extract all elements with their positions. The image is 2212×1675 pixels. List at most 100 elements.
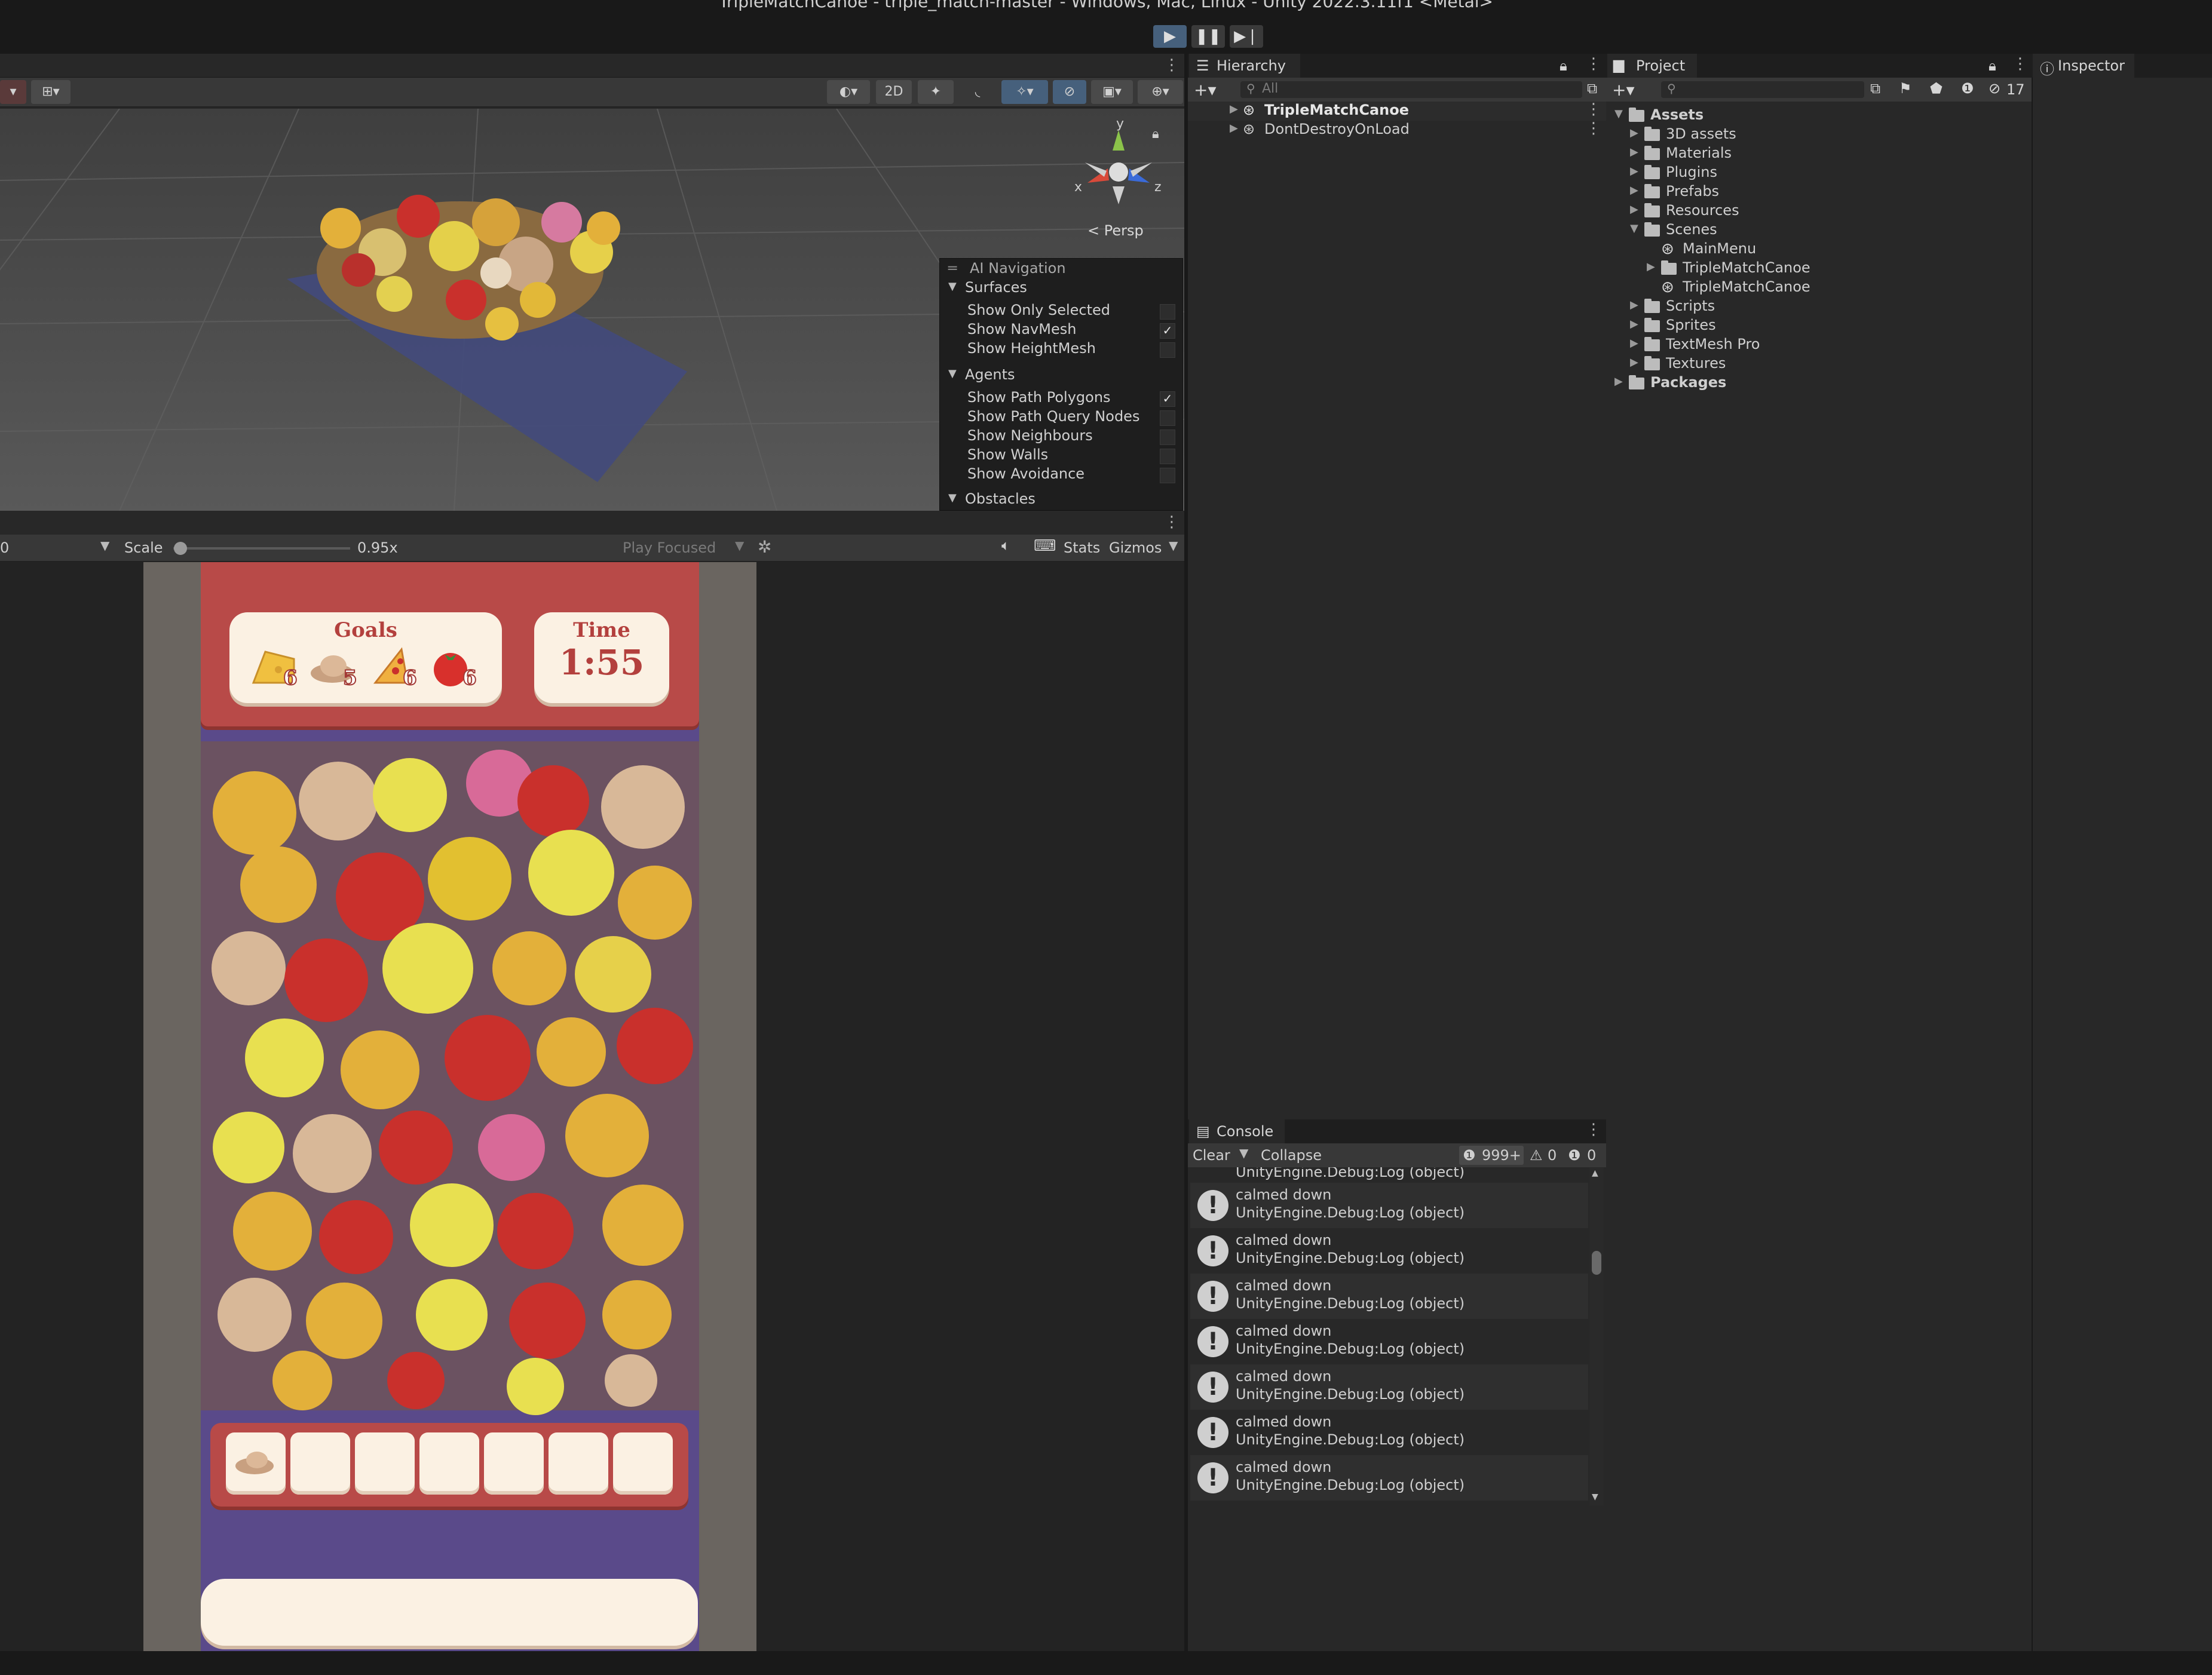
hierarchy-search-field[interactable]: ⚲ All [1240,81,1582,98]
scrollbar-thumb[interactable] [1592,1251,1601,1275]
tray-slot[interactable] [355,1432,415,1495]
show-path-polygons-checkbox[interactable]: ✓ [1160,391,1175,407]
bottom-booster-bar[interactable] [201,1579,698,1646]
create-button[interactable]: +▾ [1194,80,1217,100]
obstacles-foldout[interactable]: ▼ Obstacles [940,490,1182,510]
filter-by-type-icon[interactable]: ⚑ [1899,80,1912,97]
hierarchy-item[interactable]: ▶ ⊛ DontDestroyOnLoad ⋮ [1188,119,1606,140]
tray-slot[interactable] [549,1432,608,1495]
shading-mode-dropdown[interactable]: ◐▾ [827,80,870,104]
speaker-icon[interactable]: 🔈︎ [1001,537,1010,554]
snap-dropdown[interactable]: ⊞▾ [31,80,71,104]
lock-icon[interactable]: 🔒︎ [1560,57,1567,74]
triangle-right-icon[interactable]: ▶ [1630,318,1638,330]
tray-slot[interactable] [419,1432,479,1495]
console-entry[interactable]: ! calmed down UnityEngine.Debug:Log (obj… [1190,1410,1588,1455]
chevron-down-icon[interactable]: ▼ [1169,538,1178,553]
gizmos-dropdown[interactable]: ⊕▾ [1138,80,1183,104]
scene-tool-dropdown[interactable]: ▾ [0,80,26,104]
error-filter-toggle[interactable]: ❶ 0 [1565,1146,1605,1165]
triangle-right-icon[interactable]: ▶ [1630,146,1638,158]
play-button[interactable]: ▶ [1153,25,1187,48]
lock-icon[interactable]: 🔒︎ [1989,57,1996,74]
show-neighbours-checkbox[interactable] [1160,430,1175,445]
effects-dropdown[interactable]: ✧▾ [1001,80,1048,104]
tray-slot[interactable] [484,1432,544,1495]
play-focused-dropdown[interactable]: Play Focused [623,539,716,556]
label-icon[interactable]: ⬟ [1930,80,1943,97]
stats-button[interactable]: Stats [1064,539,1100,556]
tray-slot[interactable] [226,1432,286,1495]
show-avoidance-checkbox[interactable] [1160,468,1175,483]
tray-slot[interactable] [290,1432,350,1495]
show-navmesh-checkbox[interactable]: ✓ [1160,323,1175,339]
tab-console[interactable]: ▤ Console [1189,1119,1285,1143]
chevron-down-icon[interactable]: ▼ [735,538,744,553]
axis-gizmo[interactable]: y x z [1070,113,1165,221]
triangle-right-icon[interactable]: ▶ [1630,337,1638,349]
console-entry[interactable]: ! calmed down UnityEngine.Debug:Log (obj… [1190,1455,1588,1501]
tab-project[interactable]: ▆ Project [1607,54,1697,78]
tab-hierarchy[interactable]: ☰ Hierarchy [1189,54,1300,78]
chevron-down-icon[interactable]: ▼ [100,538,109,553]
persp-toggle[interactable]: < Persp [1087,222,1144,239]
scene-visibility-icon[interactable]: ⧉ [1587,80,1597,97]
scale-slider-track[interactable] [173,547,350,550]
console-partial-entry[interactable]: UnityEngine.Debug:Log (object) [1190,1167,1588,1180]
triangle-right-icon[interactable]: ▶ [1630,299,1638,311]
console-entry[interactable]: ! calmed down UnityEngine.Debug:Log (obj… [1190,1319,1588,1364]
info-icon[interactable]: ❶ [1961,80,1974,97]
triangle-down-icon[interactable]: ▼ [1614,108,1623,120]
clear-button[interactable]: Clear [1193,1147,1230,1164]
step-button[interactable]: ▶❘ [1230,25,1263,48]
game-menu-icon[interactable]: ⋮ [1164,513,1179,531]
triangle-right-icon[interactable]: ▶ [1630,203,1638,216]
triangle-down-icon[interactable]: ▼ [1630,222,1638,235]
display-dropdown[interactable]: 0 [0,539,9,556]
keyboard-icon[interactable]: ⌨ [1034,537,1056,555]
scroll-up-icon[interactable]: ▲ [1592,1168,1598,1178]
tab-inspector[interactable]: ⓘ Inspector [2033,54,2134,78]
audio-toggle[interactable]: ◟ [960,80,995,104]
bug-icon[interactable]: ✲ [758,537,771,557]
triangle-right-icon[interactable]: ▶ [1614,375,1623,388]
tray-slot[interactable] [613,1432,673,1495]
console-entry[interactable]: ! calmed down UnityEngine.Debug:Log (obj… [1190,1274,1588,1319]
project-search-field[interactable]: ⚲ [1661,81,1864,98]
triangle-right-icon[interactable]: ▶ [1647,260,1655,273]
more-icon[interactable]: ⋮ [1586,1121,1601,1139]
create-asset-button[interactable]: +▾ [1612,80,1635,100]
camera-dropdown[interactable]: ▣▾ [1091,80,1133,104]
surfaces-foldout[interactable]: ▼ Surfaces [940,279,1182,298]
triangle-right-icon[interactable]: ▶ [1630,165,1638,177]
more-icon[interactable]: ⋮ [2012,55,2028,73]
show-path-query-nodes-checkbox[interactable] [1160,410,1175,426]
lighting-toggle[interactable]: ✦ [918,80,954,104]
pause-button[interactable]: ❚❚ [1191,25,1225,48]
scale-slider-thumb[interactable] [173,542,187,555]
scene-visibility-toggle[interactable]: ⊘ [1053,80,1086,104]
triangle-right-icon[interactable]: ▶ [1630,184,1638,197]
toggle-2d-button[interactable]: 2D [876,80,912,104]
triangle-right-icon[interactable]: ▶ [1230,122,1238,134]
hierarchy-item[interactable]: ▶ ⊛ TripleMatchCanoe ⋮ [1188,100,1606,121]
drag-handle-icon[interactable]: ═ [948,260,957,277]
eye-off-icon[interactable]: ⊘ [1989,80,2000,97]
search-by-type-icon[interactable]: ⧉ [1870,80,1880,97]
more-icon[interactable]: ⋮ [1586,55,1601,73]
warning-filter-toggle[interactable]: ⚠ 0 [1526,1146,1563,1165]
console-entry[interactable]: ! calmed down UnityEngine.Debug:Log (obj… [1190,1183,1588,1228]
chevron-down-icon[interactable]: ▼ [1239,1146,1248,1160]
gizmos-button[interactable]: Gizmos [1109,539,1162,556]
triangle-right-icon[interactable]: ▶ [1630,356,1638,369]
agents-foldout[interactable]: ▼ Agents [940,366,1182,385]
more-icon[interactable]: ⋮ [1586,100,1601,118]
more-icon[interactable]: ⋮ [1586,119,1601,137]
show-heightmesh-checkbox[interactable] [1160,342,1175,358]
console-entry[interactable]: ! calmed down UnityEngine.Debug:Log (obj… [1190,1364,1588,1410]
log-filter-toggle[interactable]: ❶ 999+ [1459,1146,1524,1165]
scene-menu-icon[interactable]: ⋮ [1164,56,1179,74]
collapse-button[interactable]: Collapse [1261,1147,1322,1164]
triangle-right-icon[interactable]: ▶ [1630,127,1638,139]
scroll-down-icon[interactable]: ▼ [1592,1492,1598,1502]
